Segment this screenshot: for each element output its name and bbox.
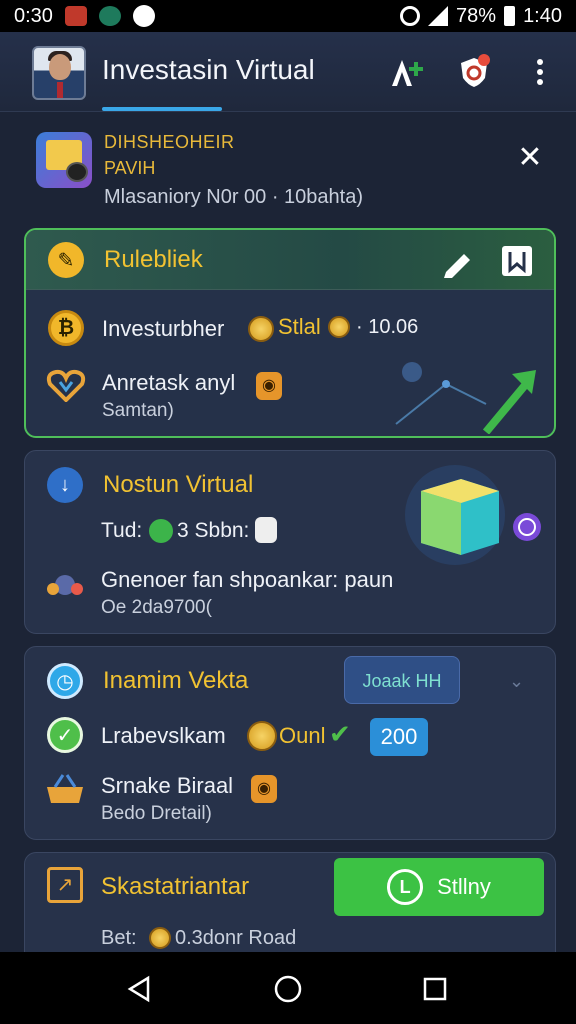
market-card-title: Inamim Vekta [103, 667, 249, 694]
home-icon[interactable] [273, 974, 303, 1004]
battery-text: 78% [456, 4, 497, 27]
market-badge-icon: ◉ [251, 775, 277, 803]
chevron-down-icon[interactable]: ⌄ [509, 671, 524, 692]
virtual-card-title: Nostun Virtual [103, 471, 254, 498]
coin-icon-small [328, 316, 350, 338]
edit-icon[interactable] [440, 244, 476, 280]
alarm-icon [400, 6, 421, 26]
asset-title: Anretask anyl [102, 370, 236, 395]
avatar[interactable] [32, 46, 86, 100]
chart-icon: ↗ [47, 867, 83, 903]
asset-subtitle: Samtan) [102, 400, 174, 421]
statistics-label: Bet: [101, 927, 137, 949]
notice-subheading: PAVIH [104, 158, 156, 178]
amount-chip[interactable]: 200 [370, 718, 428, 756]
market-label: Lrabevslkam [101, 723, 226, 748]
calendar-camera-icon [36, 132, 92, 188]
recents-icon[interactable] [420, 974, 450, 1004]
download-icon: ↓ [47, 467, 83, 503]
app-bar: Investasin Virtual [0, 32, 576, 112]
virtual-detail-sub: Oe 2da9700( [101, 597, 212, 618]
status-time-right: 1:40 [523, 4, 562, 27]
stats-action-label: Stllny [437, 874, 491, 899]
market-detail-sub: Bedo Dretail) [101, 803, 212, 824]
notice-heading: DIHSHEOHEIR [104, 132, 235, 152]
coin-icon-stats [149, 927, 171, 949]
shield-notification-icon[interactable] [456, 54, 492, 90]
investment-value: Stlal [278, 314, 321, 339]
more-options-icon[interactable] [522, 54, 558, 90]
clock-icon: ◷ [47, 663, 83, 699]
virtual-detail-title: Gnenoer fan shpoankar: paun [101, 567, 394, 592]
add-user-icon[interactable] [388, 54, 424, 90]
coin-icon: ₿ [48, 310, 84, 346]
app-notification-icon [64, 6, 87, 26]
investment-amount: · 10.06 [356, 316, 419, 338]
content-area: DIHSHEOHEIR PAVIH Mlasaniory N0r 00 · 10… [0, 112, 576, 952]
coin-icon-market [247, 721, 277, 751]
page-title: Investasin Virtual [102, 54, 315, 85]
signal-icon [428, 6, 449, 26]
rule-card[interactable]: ✎ Rulebliek ₿ Investurbher Stlal · 10.06… [24, 228, 556, 438]
pencil-icon: ✎ [48, 242, 84, 278]
checkmark-icon: ✔ [329, 719, 351, 749]
notice-text: Mlasaniory N0r 00 · 10bahta) [104, 186, 364, 208]
stats-action-button[interactable]: L Stllny [334, 858, 544, 916]
rule-card-title: Rulebliek [104, 246, 203, 273]
tab-indicator [102, 107, 222, 111]
virtual-value: 3 Sbbn: [177, 519, 250, 542]
status-time-left: 0:30 [14, 4, 53, 27]
market-notification-icon [98, 6, 121, 26]
coin-stack-icon [248, 316, 274, 342]
close-icon[interactable]: ✕ [516, 143, 544, 173]
market-card[interactable]: ◷ Inamim Vekta ⌄ ✓ Lrabevslkam Ounl ✔ Sr… [24, 646, 556, 840]
statistics-title: Skastatriantar [101, 873, 250, 900]
market-value: Ounl [279, 723, 326, 748]
growth-arrow-icon [395, 362, 536, 434]
notice-banner: DIHSHEOHEIR PAVIH Mlasaniory N0r 00 · 10… [32, 128, 552, 218]
heart-icon [46, 369, 86, 402]
status-bar: 0:30 78% 1:40 [0, 0, 576, 32]
camera-notification-icon [132, 5, 155, 27]
market-detail-title: Srnake Biraal [101, 773, 234, 798]
battery-icon [504, 6, 516, 26]
investment-label: Investurbher [102, 316, 225, 341]
toggle-icon[interactable] [255, 517, 277, 543]
check-icon: ✓ [47, 717, 83, 753]
asset-badge-icon: ◉ [256, 372, 282, 400]
system-nav-bar [0, 952, 576, 1024]
basket-icon [47, 774, 83, 803]
clock-icon-button: L [387, 869, 424, 905]
virtual-label: Tud: [101, 519, 143, 542]
virtual-card[interactable]: ↓ Nostun Virtual Tud: 3 Sbbn: Gnenoer fa… [24, 450, 556, 634]
bookmark-icon[interactable] [500, 244, 534, 278]
join-button[interactable]: Joaak HH [344, 656, 460, 704]
cube-icon [405, 465, 541, 565]
back-icon[interactable] [124, 974, 154, 1004]
statistics-value: 0.3donr Road [175, 927, 297, 949]
group-icon [47, 575, 83, 595]
location-icon [149, 519, 173, 543]
